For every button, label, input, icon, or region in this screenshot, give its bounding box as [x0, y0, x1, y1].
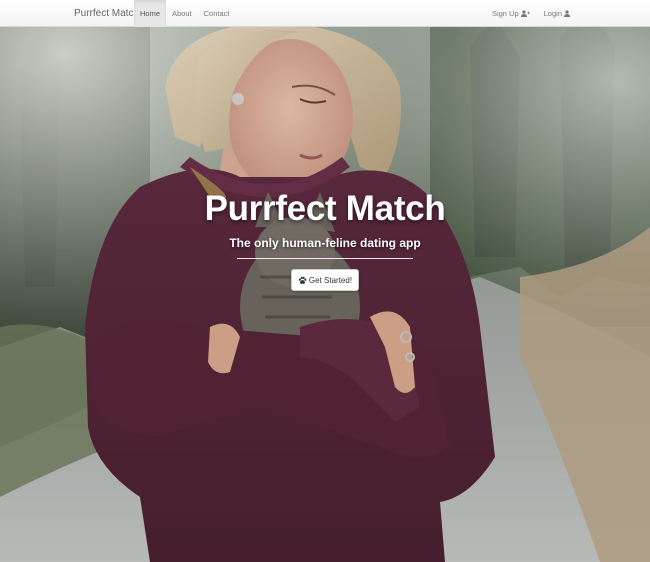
sign-up-label: Sign Up — [491, 9, 519, 18]
hero-background-photo — [0, 27, 650, 562]
hero-subtitle: The only human-feline dating app — [229, 236, 421, 250]
login-link[interactable]: Login — [544, 0, 570, 27]
main-nav: Home About Contact — [134, 0, 235, 27]
sign-up-link[interactable]: Sign Up — [492, 0, 530, 27]
paw-icon — [298, 276, 307, 285]
brand-link[interactable]: Purrfect Match — [74, 0, 139, 27]
hero-section: Purrfect Match The only human-feline dat… — [0, 27, 650, 562]
nav-about[interactable]: About — [166, 0, 198, 27]
nav-contact[interactable]: Contact — [198, 0, 236, 27]
user-icon — [564, 10, 570, 17]
nav-home[interactable]: Home — [134, 0, 167, 27]
user-plus-icon — [520, 10, 530, 17]
get-started-button[interactable]: Get Started! — [291, 269, 359, 291]
get-started-label: Get Started! — [308, 275, 353, 285]
hero-title: Purrfect Match — [204, 189, 446, 228]
account-nav: Sign Up Login — [492, 0, 570, 27]
hero-divider — [237, 258, 413, 259]
login-label: Login — [543, 9, 562, 18]
top-navbar: Purrfect Match Home About Contact Sign U… — [0, 0, 650, 27]
